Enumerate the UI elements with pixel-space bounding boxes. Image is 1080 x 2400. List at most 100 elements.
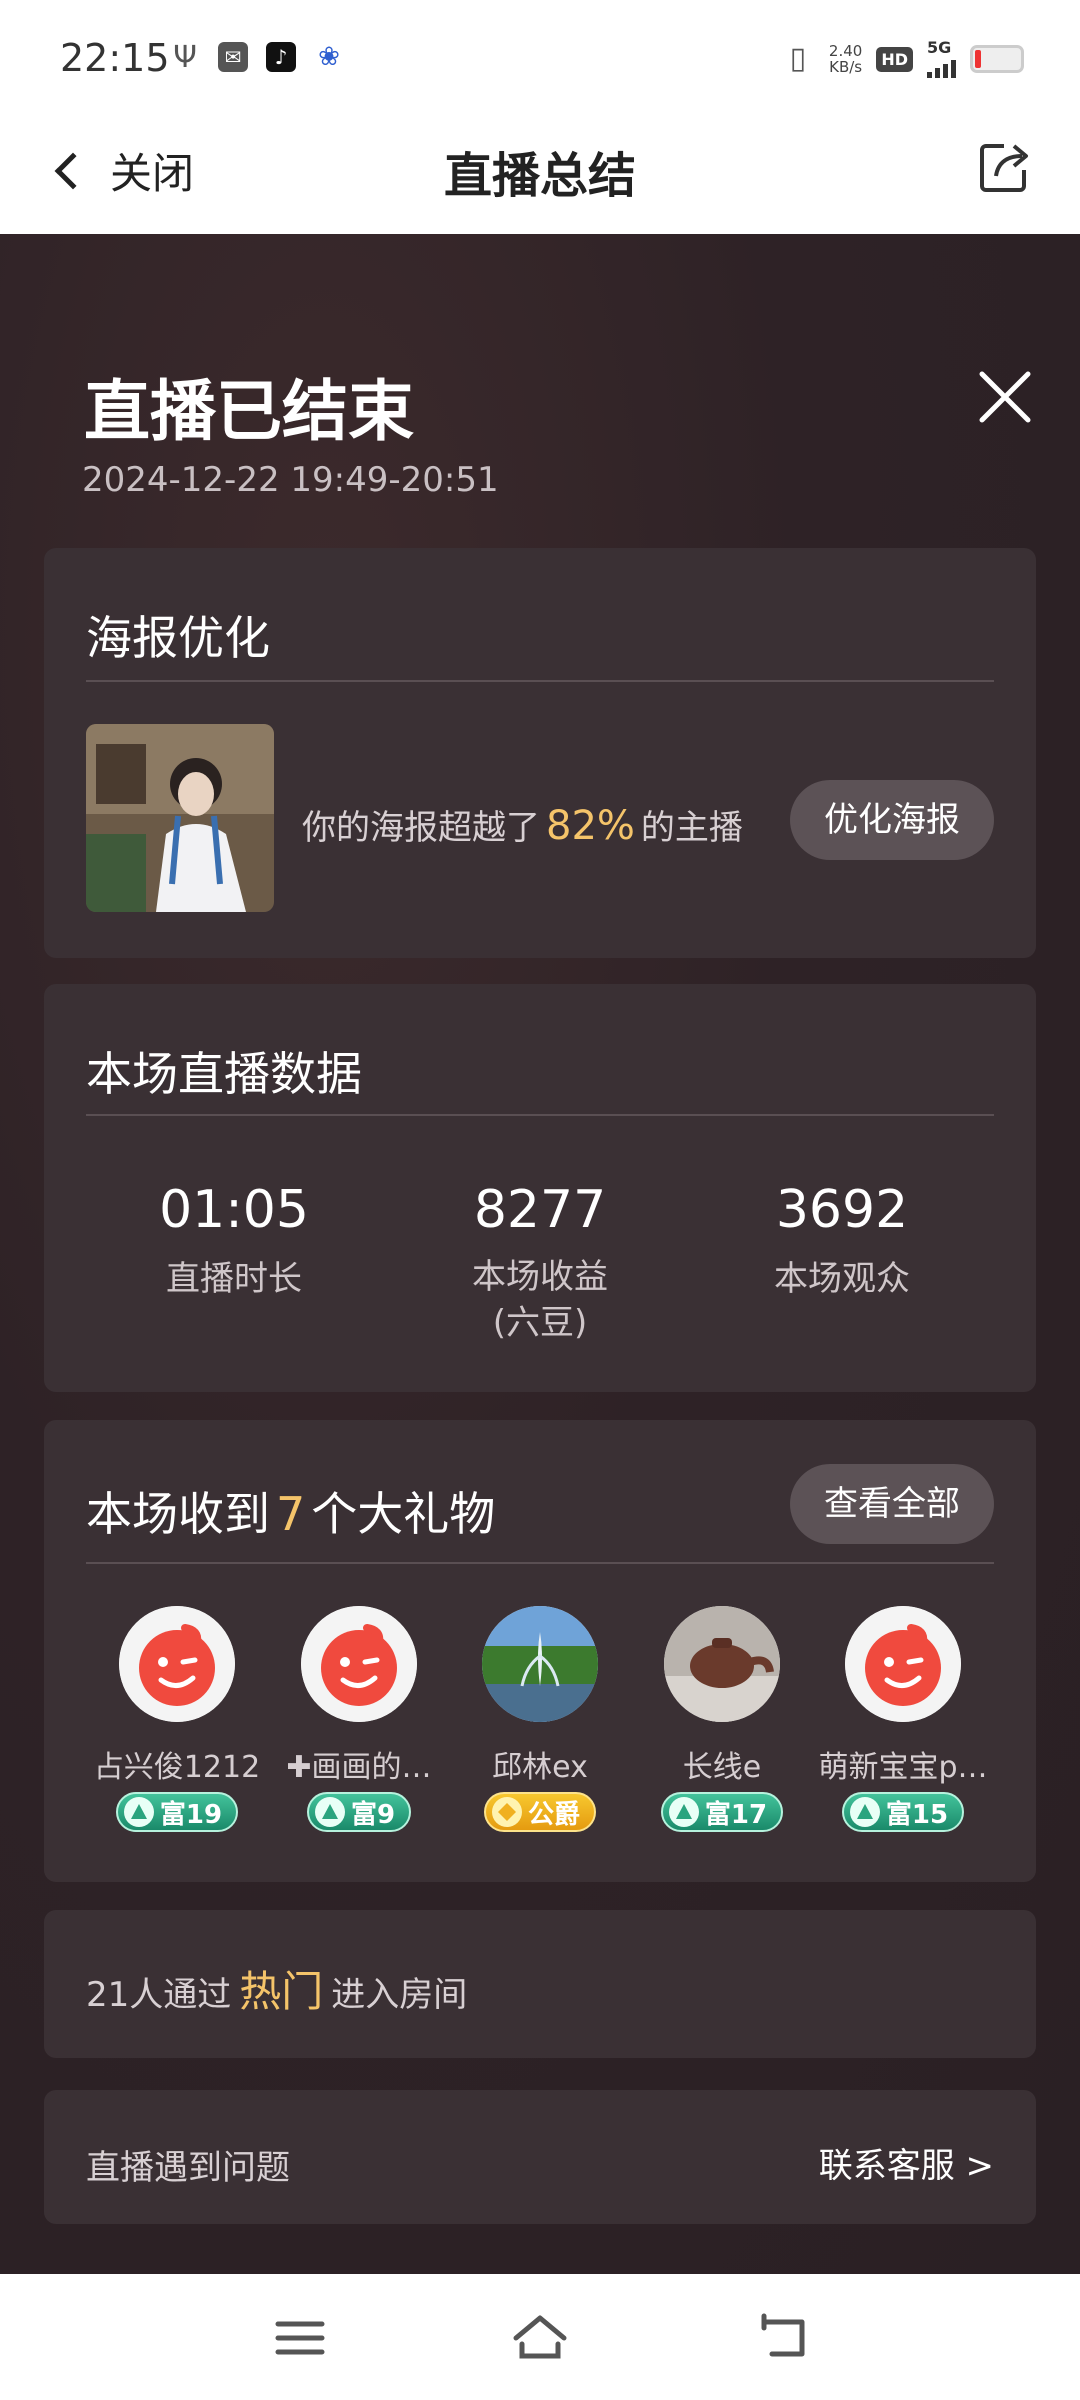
hot-entry-card: 21人通过 热门 进入房间 (44, 1910, 1036, 2058)
hot-highlight: 热门 (239, 1967, 324, 2016)
wealth-badge: 富17 (660, 1792, 784, 1832)
user-name: ✚画画的… (286, 1750, 432, 1785)
avatar (845, 1606, 961, 1722)
stat-label: 本场收益 (472, 1257, 608, 1297)
poster-text-before: 你的海报超越了 (302, 808, 540, 848)
view-all-gifts-button[interactable]: 查看全部 (790, 1464, 994, 1544)
noble-badge: 公爵 (483, 1792, 596, 1832)
share-icon[interactable] (974, 136, 1034, 196)
divider (86, 1114, 994, 1116)
poster-heading: 海报优化 (86, 611, 270, 665)
support-card: 直播遇到问题 联系客服 > (44, 2090, 1036, 2224)
system-icons: ▯ 2.40 KB/s HD 5G (781, 40, 1024, 78)
stats-heading: 本场直播数据 (86, 1047, 362, 1101)
gifts-heading-after: 个大礼物 (311, 1487, 496, 1541)
duke-badge-icon (491, 1797, 522, 1827)
gifts-count: 7 (276, 1487, 306, 1541)
rich-badge-icon (123, 1797, 154, 1827)
badge-label: 富19 (159, 1799, 223, 1830)
stat-sublabel: (六豆) (492, 1303, 588, 1343)
rich-badge-icon (668, 1797, 699, 1827)
user-name: 占兴俊1212 (93, 1750, 261, 1785)
hot-text-before: 21人通过 (86, 1975, 232, 2015)
gift-user[interactable]: 萌新宝宝p… 富15 (814, 1606, 992, 1832)
signal-icon: 5G (927, 40, 956, 78)
divider (86, 1562, 994, 1564)
user-name: 长线e (682, 1750, 762, 1785)
top-nav-bar: 关闭 直播总结 (0, 110, 1080, 234)
badge-label: 富17 (704, 1799, 768, 1830)
network-type: 5G (927, 38, 952, 57)
divider (86, 680, 994, 682)
gifts-card: 本场收到 7 个大礼物 查看全部 占兴俊1212 富19 ✚画画的… 富9 邱林… (44, 1420, 1036, 1882)
home-icon[interactable] (510, 2310, 570, 2366)
poster-rank-text: 你的海报超越了 82% 的主播 (302, 800, 743, 849)
battery-icon (970, 45, 1024, 73)
fountain-avatar-image (482, 1606, 598, 1722)
stat-duration: 01:05 直播时长 (84, 1180, 384, 1304)
gift-user[interactable]: 长线e 富17 (633, 1606, 811, 1832)
badge-label: 公爵 (527, 1799, 580, 1830)
stat-label: 直播时长 (166, 1259, 302, 1299)
live-stats-card: 本场直播数据 01:05 直播时长 8277 本场收益 (六豆) 3692 本场… (44, 984, 1036, 1392)
avatar (119, 1606, 235, 1722)
network-speed-value: 2.40 (828, 42, 863, 60)
gifts-heading-before: 本场收到 (86, 1487, 270, 1541)
default-avatar-icon (301, 1606, 417, 1722)
stat-earnings: 8277 本场收益 (六豆) (390, 1180, 690, 1346)
stat-label: 本场观众 (774, 1259, 910, 1299)
hot-entry-text: 21人通过 热门 进入房间 (86, 1958, 467, 2019)
rich-badge-icon (314, 1797, 345, 1827)
mail-icon: ✉ (218, 42, 248, 72)
close-icon[interactable] (970, 362, 1040, 432)
live-ended-title: 直播已结束 (84, 373, 414, 450)
optimize-poster-button[interactable]: 优化海报 (790, 780, 994, 860)
issue-label: 直播遇到问题 (86, 2148, 290, 2188)
wealth-badge: 富9 (306, 1792, 412, 1832)
summary-panel: 直播已结束 2024-12-22 19:49-20:51 海报优化 你的海报超越… (0, 234, 1080, 2274)
badge-label: 富9 (350, 1799, 396, 1830)
badge-label: 富15 (885, 1799, 949, 1830)
back-nav-icon[interactable] (752, 2310, 812, 2366)
avatar (664, 1606, 780, 1722)
status-bar: 22:15 Ψ ✉ ♪ ❀ ▯ 2.40 KB/s HD 5G (0, 0, 1080, 110)
tiktok-icon: ♪ (266, 42, 296, 72)
avatar (482, 1606, 598, 1722)
stat-value: 3692 (775, 1180, 909, 1240)
baidu-icon: ❀ (318, 42, 340, 72)
rich-badge-icon (849, 1797, 880, 1827)
network-speed-unit: KB/s (829, 58, 863, 76)
gift-user[interactable]: 占兴俊1212 富19 (88, 1606, 266, 1832)
teapot-avatar-image (664, 1606, 780, 1722)
gift-user[interactable]: 邱林ex 公爵 (451, 1606, 629, 1832)
system-nav-bar (0, 2274, 1080, 2400)
default-avatar-icon (119, 1606, 235, 1722)
network-speed: 2.40 KB/s (829, 43, 862, 75)
hd-icon: HD (876, 46, 913, 72)
stat-label-block: 本场收益 (六豆) (390, 1254, 690, 1346)
user-name: 邱林ex (492, 1750, 588, 1785)
live-date-range: 2024-12-22 19:49-20:51 (82, 460, 499, 500)
avatar (301, 1606, 417, 1722)
contact-support-link[interactable]: 联系客服 > (819, 2138, 994, 2187)
usb-icon: Ψ (173, 39, 197, 75)
wealth-badge: 富15 (841, 1792, 965, 1832)
stat-value: 01:05 (159, 1180, 309, 1240)
stat-audience: 3692 本场观众 (692, 1180, 992, 1304)
gifts-heading: 本场收到 7 个大礼物 (86, 1478, 495, 1544)
poster-card: 海报优化 你的海报超越了 82% 的主播 优化海报 (44, 548, 1036, 958)
poster-percent: 82% (546, 803, 635, 849)
status-time: 22:15 (60, 36, 170, 80)
notification-icons: Ψ ✉ ♪ ❀ (170, 39, 344, 75)
gift-user[interactable]: ✚画画的… 富9 (270, 1606, 448, 1832)
stat-value: 8277 (473, 1180, 607, 1240)
poster-thumbnail[interactable] (86, 724, 274, 912)
vibrate-icon: ▯ (789, 41, 807, 76)
default-avatar-icon (845, 1606, 961, 1722)
user-name: 萌新宝宝p… (818, 1750, 988, 1785)
poster-text-after: 的主播 (640, 808, 743, 848)
menu-icon[interactable] (270, 2310, 330, 2366)
wealth-badge: 富19 (115, 1792, 239, 1832)
hot-text-after: 进入房间 (331, 1975, 468, 2015)
page-title: 直播总结 (443, 148, 636, 204)
